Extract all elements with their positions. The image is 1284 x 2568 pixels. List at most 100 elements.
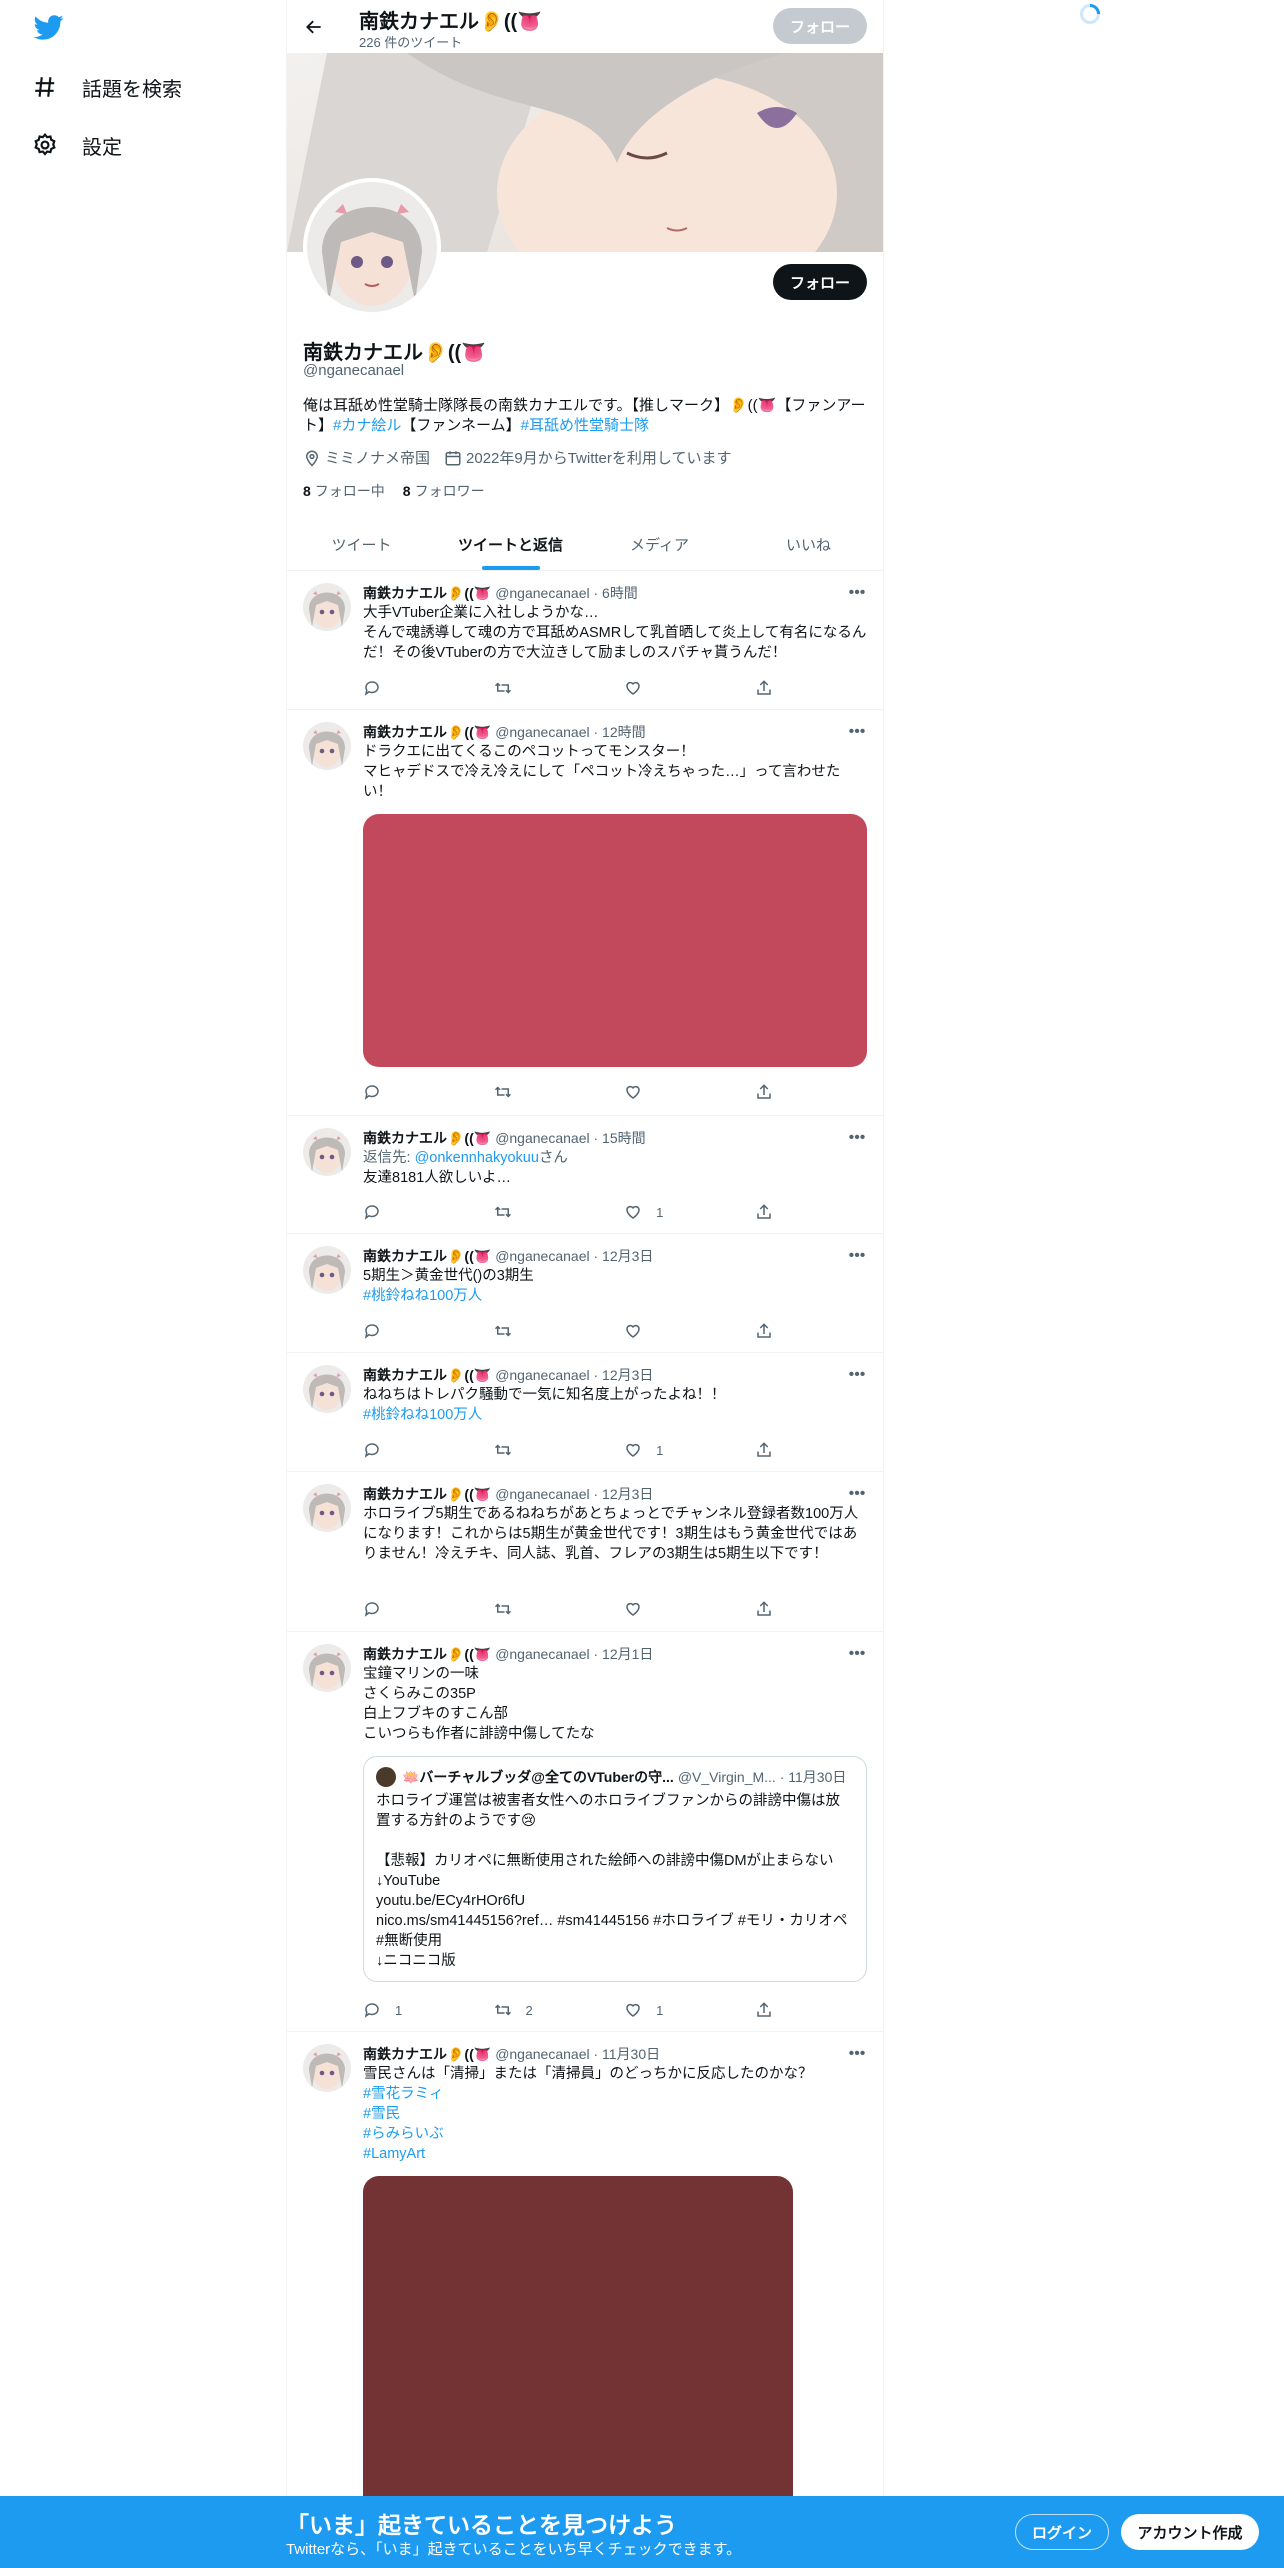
like-button[interactable] bbox=[624, 1321, 755, 1341]
tweet[interactable]: 南鉄カナエル👂((👅 @nganecanael · 6時間 大手VTuber企業に… bbox=[287, 571, 883, 710]
tweet[interactable]: 南鉄カナエル👂((👅 @nganecanael · 12月3日 ホロライブ5期生で… bbox=[287, 1472, 883, 1632]
tweet-hashtag[interactable]: #LamyArt bbox=[363, 2146, 425, 2162]
profile-avatar[interactable] bbox=[303, 178, 441, 316]
more-options-icon[interactable]: ••• bbox=[845, 1126, 869, 1150]
reply-to-link[interactable]: @onkennhakyokuu bbox=[415, 1150, 539, 1166]
bio-hashtag-2[interactable]: #耳舐め性堂騎士隊 bbox=[521, 417, 649, 434]
retweet-button[interactable] bbox=[494, 1599, 625, 1619]
reply-button[interactable] bbox=[363, 678, 494, 698]
tweet-hashtag[interactable]: #雪花ラミィ bbox=[363, 2086, 444, 2102]
tweet-avatar[interactable] bbox=[303, 2044, 351, 2092]
tweet-meta[interactable]: @nganecanael · 6時間 bbox=[495, 583, 638, 603]
reply-button[interactable]: 1 bbox=[363, 2000, 494, 2020]
tweet[interactable]: 南鉄カナエル👂((👅 @nganecanael · 11月30日 雪民さんは「清掃… bbox=[287, 2032, 883, 2568]
retweet-button[interactable] bbox=[494, 1202, 625, 1222]
reply-button[interactable] bbox=[363, 1440, 494, 1460]
like-button[interactable] bbox=[624, 1082, 755, 1102]
tab-media[interactable]: メディア bbox=[585, 518, 734, 570]
more-options-icon[interactable]: ••• bbox=[845, 1244, 869, 1268]
like-button[interactable] bbox=[624, 678, 755, 698]
retweet-button[interactable] bbox=[494, 1082, 625, 1102]
tweet[interactable]: 南鉄カナエル👂((👅 @nganecanael · 12月3日 5期生＞黄金世代(… bbox=[287, 1234, 883, 1353]
tweet-avatar[interactable] bbox=[303, 1128, 351, 1176]
nav-explore[interactable]: 話題を検索 bbox=[30, 61, 182, 113]
follow-button[interactable]: フォロー bbox=[773, 264, 867, 300]
share-button[interactable] bbox=[755, 2000, 793, 2020]
retweet-button[interactable] bbox=[494, 1321, 625, 1341]
tweet-avatar[interactable] bbox=[303, 1644, 351, 1692]
tweet-author-name[interactable]: 南鉄カナエル👂((👅 bbox=[363, 1128, 491, 1148]
nav-settings[interactable]: 設定 bbox=[30, 119, 122, 171]
tweet-avatar[interactable] bbox=[303, 1365, 351, 1413]
tab-likes[interactable]: いいね bbox=[734, 518, 883, 570]
signup-banner: 「いま」起きていることを見つけよう Twitterなら、「いま」起きていることを… bbox=[0, 2496, 1284, 2568]
like-button[interactable]: 1 bbox=[624, 1440, 755, 1460]
tweet-actions bbox=[363, 1082, 793, 1102]
more-options-icon[interactable]: ••• bbox=[845, 1363, 869, 1387]
location-text: ミミノナメ帝国 bbox=[325, 450, 431, 467]
tweet-meta[interactable]: @nganecanael · 12月3日 bbox=[495, 1365, 653, 1385]
share-button[interactable] bbox=[755, 1082, 793, 1102]
following-link[interactable]: 8 フォロー中 bbox=[303, 481, 385, 501]
tweet[interactable]: 南鉄カナエル👂((👅 @nganecanael · 12時間 ドラクエに出てくるこ… bbox=[287, 710, 883, 1116]
share-button[interactable] bbox=[755, 678, 793, 698]
tweet[interactable]: 南鉄カナエル👂((👅 @nganecanael · 12月3日 ねねちはトレパク騒… bbox=[287, 1353, 883, 1472]
tweet-meta[interactable]: @nganecanael · 12月3日 bbox=[495, 1246, 653, 1266]
tweet-hashtag[interactable]: #桃鈴ねね100万人 bbox=[363, 1288, 482, 1304]
like-button[interactable]: 1 bbox=[624, 1202, 755, 1222]
more-options-icon[interactable]: ••• bbox=[845, 2042, 869, 2066]
tweet-author-name[interactable]: 南鉄カナエル👂((👅 bbox=[363, 722, 491, 742]
reply-button[interactable] bbox=[363, 1599, 494, 1619]
tab-tweets-and-replies[interactable]: ツイートと返信 bbox=[436, 518, 585, 570]
tweet-avatar[interactable] bbox=[303, 1246, 351, 1294]
tweet-hashtag[interactable]: #桃鈴ねね100万人 bbox=[363, 1407, 482, 1423]
more-options-icon[interactable]: ••• bbox=[845, 720, 869, 744]
followers-link[interactable]: 8 フォロワー bbox=[403, 481, 485, 501]
tweet-avatar[interactable] bbox=[303, 1484, 351, 1532]
tweet-author-name[interactable]: 南鉄カナエル👂((👅 bbox=[363, 1246, 491, 1266]
retweet-button[interactable] bbox=[494, 1440, 625, 1460]
reply-button[interactable] bbox=[363, 1202, 494, 1222]
bio-hashtag-1[interactable]: #カナ絵ル bbox=[333, 417, 401, 434]
more-options-icon[interactable]: ••• bbox=[845, 581, 869, 605]
header-follow-button[interactable]: フォロー bbox=[773, 8, 867, 44]
tweet-avatar[interactable] bbox=[303, 722, 351, 770]
retweet-icon bbox=[494, 1603, 511, 1615]
tweet-hashtag[interactable]: #雪民 bbox=[363, 2106, 400, 2122]
reply-button[interactable] bbox=[363, 1082, 494, 1102]
retweet-button[interactable]: 2 bbox=[494, 2000, 625, 2020]
signup-button[interactable]: アカウント作成 bbox=[1121, 2514, 1259, 2550]
more-options-icon[interactable]: ••• bbox=[845, 1642, 869, 1666]
like-button[interactable]: 1 bbox=[624, 2000, 755, 2020]
tweet-meta[interactable]: @nganecanael · 12月1日 bbox=[495, 1644, 653, 1664]
share-button[interactable] bbox=[755, 1202, 793, 1222]
twitter-logo-icon[interactable] bbox=[32, 12, 66, 42]
tweet-author-name[interactable]: 南鉄カナエル👂((👅 bbox=[363, 583, 491, 603]
back-arrow-icon[interactable] bbox=[299, 12, 329, 42]
reply-button[interactable] bbox=[363, 1321, 494, 1341]
profile-meta: ミミノナメ帝国 2022年9月からTwitterを利用しています bbox=[303, 447, 745, 468]
tweet-author-name[interactable]: 南鉄カナエル👂((👅 bbox=[363, 1484, 491, 1504]
tweet-meta[interactable]: @nganecanael · 12時間 bbox=[495, 722, 645, 742]
share-button[interactable] bbox=[755, 1599, 793, 1619]
tweet-author-name[interactable]: 南鉄カナエル👂((👅 bbox=[363, 1365, 491, 1385]
more-options-icon[interactable]: ••• bbox=[845, 1482, 869, 1506]
tweet-avatar[interactable] bbox=[303, 583, 351, 631]
tweet-author-name[interactable]: 南鉄カナエル👂((👅 bbox=[363, 2044, 491, 2064]
tweet[interactable]: 南鉄カナエル👂((👅 @nganecanael · 15時間 返信先: @onke… bbox=[287, 1116, 883, 1234]
share-button[interactable] bbox=[755, 1440, 793, 1460]
tweet[interactable]: 南鉄カナエル👂((👅 @nganecanael · 12月1日 宝鐘マリンの一味 … bbox=[287, 1632, 883, 2032]
tweet-author-name[interactable]: 南鉄カナエル👂((👅 bbox=[363, 1644, 491, 1664]
retweet-button[interactable] bbox=[494, 678, 625, 698]
tab-tweets[interactable]: ツイート bbox=[287, 518, 436, 570]
like-button[interactable] bbox=[624, 1599, 755, 1619]
quoted-tweet[interactable]: 🪷バーチャルブッダ@全てのVTuberの守... @V_Virgin_M... ·… bbox=[363, 1756, 867, 1982]
tweet-meta[interactable]: @nganecanael · 12月3日 bbox=[495, 1484, 653, 1504]
tweet-meta[interactable]: @nganecanael · 15時間 bbox=[495, 1128, 645, 1148]
tweet-image[interactable] bbox=[363, 814, 867, 1067]
share-button[interactable] bbox=[755, 1321, 793, 1341]
tweet-meta[interactable]: @nganecanael · 11月30日 bbox=[495, 2044, 660, 2064]
tweet-hashtag[interactable]: #らみらいぶ bbox=[363, 2126, 444, 2142]
tweet-header: 南鉄カナエル👂((👅 @nganecanael · 6時間 bbox=[363, 583, 867, 603]
login-button[interactable]: ログイン bbox=[1015, 2514, 1109, 2550]
